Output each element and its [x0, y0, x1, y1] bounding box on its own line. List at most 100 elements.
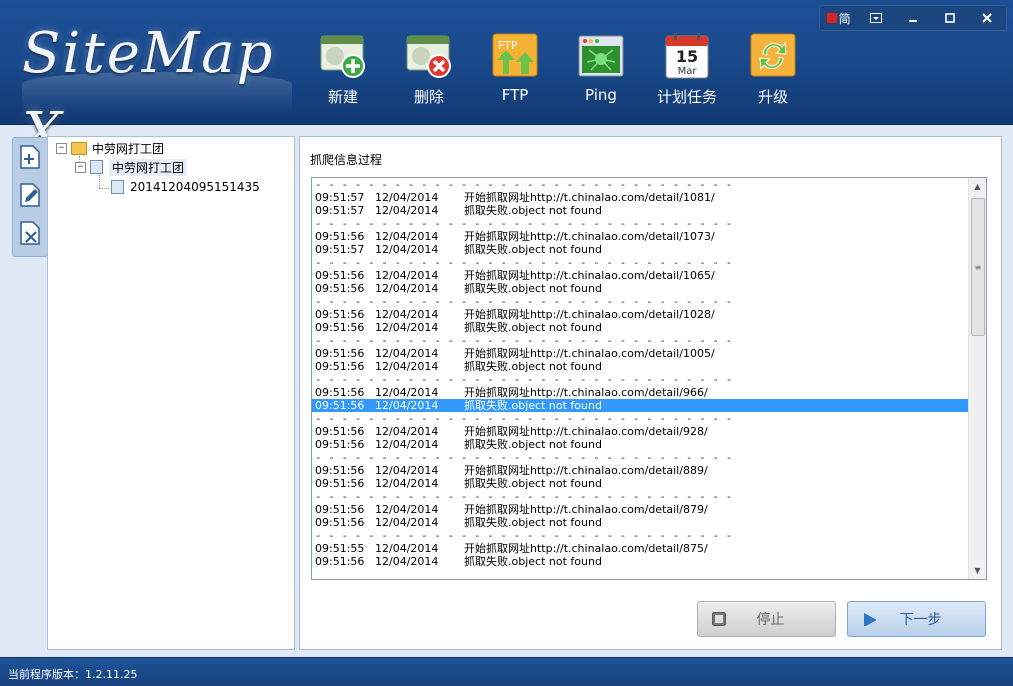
log-line[interactable]: 09:51:57 12/04/2014 抓取失败.object not found — [312, 243, 968, 256]
app-logo: SiteMap X — [22, 21, 275, 166]
stop-icon — [712, 612, 726, 626]
log-line[interactable]: 09:51:56 12/04/2014 抓取失败.object not found — [312, 477, 968, 490]
log-message: 开始抓取网址http://t.chinalao.com/detail/966/ — [464, 386, 708, 399]
log-message: 抓取失败.object not found — [464, 438, 602, 451]
log-line[interactable]: 09:51:56 12/04/2014 抓取失败.object not found — [312, 282, 968, 295]
log-message: 开始抓取网址http://t.chinalao.com/detail/928/ — [464, 425, 708, 438]
log-time: 09:51:55 — [315, 542, 365, 555]
log-separator: - - - - - - - - - - - - - - - - - - - - … — [315, 451, 735, 464]
log-date: 12/04/2014 — [375, 425, 439, 438]
upgrade-button[interactable]: 升级 — [730, 32, 816, 112]
log-date: 12/04/2014 — [375, 464, 439, 477]
ftp-button[interactable]: FTP FTP — [472, 32, 558, 112]
log-line[interactable]: 09:51:56 12/04/2014 开始抓取网址http://t.chinala… — [312, 347, 968, 360]
log-line[interactable]: 09:51:55 12/04/2014 开始抓取网址http://t.chinala… — [312, 542, 968, 555]
log-line[interactable]: 09:51:56 12/04/2014 开始抓取网址http://t.chinala… — [312, 386, 968, 399]
log-entry: - - - - - - - - - - - - - - - - - - - - … — [312, 412, 968, 451]
delete-button[interactable]: 删除 — [386, 32, 472, 112]
log-line[interactable]: 09:51:56 12/04/2014 开始抓取网址http://t.chinala… — [312, 230, 968, 243]
log-date: 12/04/2014 — [375, 542, 439, 555]
main-toolbar: 新建 删除 FTP FTP Ping 15 Mar 计划任务 升级 — [300, 32, 816, 112]
log-line[interactable]: 09:51:56 12/04/2014 开始抓取网址http://t.chinala… — [312, 308, 968, 321]
log-message: 开始抓取网址http://t.chinalao.com/detail/889/ — [464, 464, 708, 477]
log-line[interactable]: 09:51:56 12/04/2014 开始抓取网址http://t.chinala… — [312, 464, 968, 477]
log-date: 12/04/2014 — [375, 360, 439, 373]
app-header: SiteMap X 简 新建 删除 FTP FTP Ping 15 Mar 计划… — [0, 0, 1013, 166]
log-date: 12/04/2014 — [375, 321, 439, 334]
collapse-icon[interactable]: − — [75, 161, 86, 173]
log-separator: - - - - - - - - - - - - - - - - - - - - … — [315, 178, 735, 191]
log-line[interactable]: 09:51:56 12/04/2014 开始抓取网址http://t.chinala… — [312, 503, 968, 516]
log-time: 09:51:57 — [315, 191, 365, 204]
log-entry: - - - - - - - - - - - - - - - - - - - - … — [312, 529, 968, 568]
play-icon — [864, 613, 876, 626]
add-task-button[interactable] — [13, 138, 47, 176]
log-time: 09:51:56 — [315, 321, 365, 334]
crawl-log[interactable]: - - - - - - - - - - - - - - - - - - - - … — [311, 177, 987, 580]
dropdown-menu-button[interactable] — [862, 8, 890, 28]
log-line[interactable]: 09:51:56 12/04/2014 抓取失败.object not found — [312, 516, 968, 529]
log-time: 09:51:57 — [315, 204, 365, 217]
minimize-button[interactable] — [899, 8, 927, 28]
new-button[interactable]: 新建 — [300, 32, 386, 112]
log-line[interactable]: 09:51:56 12/04/2014 抓取失败.object not found — [312, 438, 968, 451]
log-separator: - - - - - - - - - - - - - - - - - - - - … — [315, 217, 735, 230]
log-message: 抓取失败.object not found — [464, 399, 602, 412]
scroll-thumb[interactable]: ≡ — [971, 198, 985, 336]
log-line[interactable]: 09:51:56 12/04/2014 开始抓取网址http://t.chinala… — [312, 269, 968, 282]
ping-button[interactable]: Ping — [558, 32, 644, 112]
log-message: 抓取失败.object not found — [464, 321, 602, 334]
log-line[interactable]: 09:51:56 12/04/2014 抓取失败.object not found — [312, 360, 968, 373]
log-date: 12/04/2014 — [375, 308, 439, 321]
calendar-month: Mar — [678, 66, 698, 77]
log-message: 抓取失败.object not found — [464, 516, 602, 529]
crawl-panel: 抓爬信息过程 - - - - - - - - - - - - - - - - -… — [299, 136, 1002, 650]
log-message: 抓取失败.object not found — [464, 282, 602, 295]
maximize-button[interactable] — [936, 8, 964, 28]
toolbar-label: 升级 — [757, 88, 788, 106]
log-line[interactable]: 09:51:57 12/04/2014 抓取失败.object not found — [312, 204, 968, 217]
log-date: 12/04/2014 — [375, 269, 439, 282]
edit-task-button[interactable] — [13, 176, 47, 214]
folder-icon — [71, 141, 87, 155]
close-button[interactable] — [973, 8, 1001, 28]
log-separator: - - - - - - - - - - - - - - - - - - - - … — [315, 412, 735, 425]
log-message: 抓取失败.object not found — [464, 204, 602, 217]
vertical-scrollbar[interactable]: ▲ ≡ ▼ — [968, 178, 986, 579]
log-separator: - - - - - - - - - - - - - - - - - - - - … — [315, 373, 735, 386]
log-date: 12/04/2014 — [375, 555, 439, 568]
scroll-up-icon[interactable]: ▲ — [969, 178, 986, 195]
log-line[interactable]: 09:51:56 12/04/2014 抓取失败.object not found — [312, 555, 968, 568]
log-line[interactable]: 09:51:56 12/04/2014 抓取失败.object not found — [312, 321, 968, 334]
log-date: 12/04/2014 — [375, 282, 439, 295]
log-message: 开始抓取网址http://t.chinalao.com/detail/875/ — [464, 542, 708, 555]
tree-node-site[interactable]: − 中劳网打工团 — [75, 158, 188, 176]
log-line[interactable]: 09:51:57 12/04/2014 开始抓取网址http://t.chinala… — [312, 191, 968, 204]
next-step-button[interactable]: 下一步 — [847, 601, 986, 637]
task-icon — [111, 180, 124, 194]
minimize-icon — [908, 20, 917, 22]
calendar-day: 15 — [676, 47, 698, 66]
log-message: 抓取失败.object not found — [464, 360, 602, 373]
stop-button[interactable]: 停止 — [697, 601, 836, 637]
log-time: 09:51:56 — [315, 425, 365, 438]
language-switch[interactable]: 简 — [825, 8, 853, 28]
collapse-icon[interactable]: − — [56, 142, 67, 154]
log-line[interactable]: 09:51:56 12/04/2014 开始抓取网址http://t.chinala… — [312, 425, 968, 438]
log-time: 09:51:56 — [315, 360, 365, 373]
log-time: 09:51:56 — [315, 438, 365, 451]
schedule-button[interactable]: 15 Mar 计划任务 — [644, 32, 730, 112]
log-separator: - - - - - - - - - - - - - - - - - - - - … — [315, 490, 735, 503]
scroll-down-icon[interactable]: ▼ — [969, 562, 986, 579]
log-time: 09:51:56 — [315, 308, 365, 321]
delete-task-button[interactable] — [13, 214, 47, 252]
tree-node-task[interactable]: 20141204095151435 — [111, 178, 260, 196]
log-entry: - - - - - - - - - - - - - - - - - - - - … — [312, 490, 968, 529]
log-time: 09:51:56 — [315, 516, 365, 529]
toolbar-label: 新建 — [327, 88, 358, 106]
tree-node-root[interactable]: − 中劳网打工团 — [56, 139, 164, 157]
svg-text:FTP: FTP — [498, 39, 518, 52]
stop-label: 停止 — [756, 612, 785, 628]
log-line[interactable]: 09:51:56 12/04/2014 抓取失败.object not found — [312, 399, 968, 412]
log-message: 开始抓取网址http://t.chinalao.com/detail/879/ — [464, 503, 708, 516]
